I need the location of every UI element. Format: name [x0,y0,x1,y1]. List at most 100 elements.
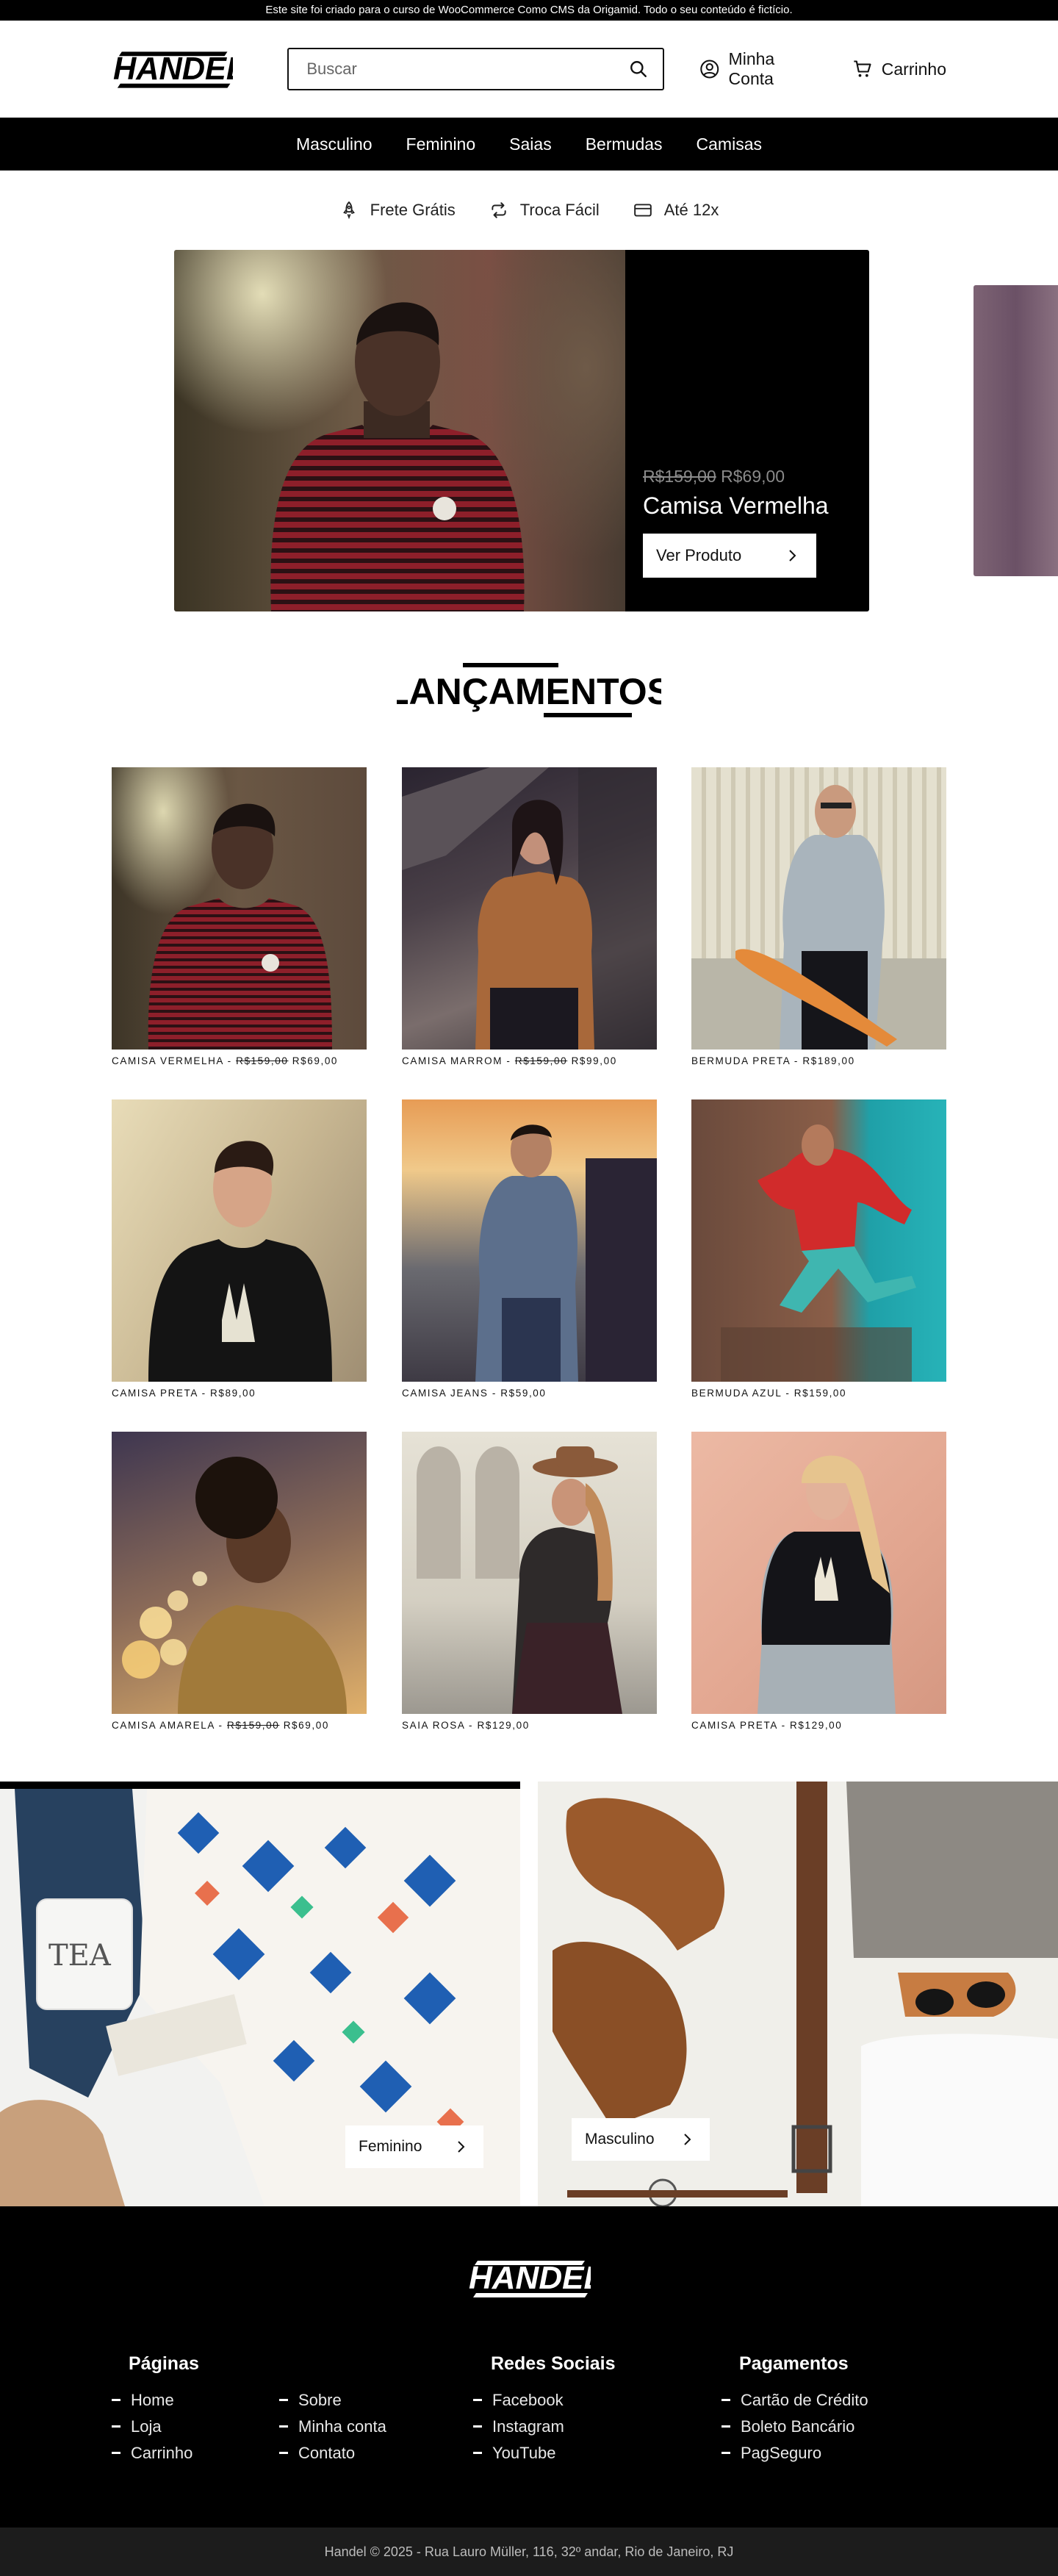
promo-feminino-button[interactable]: Feminino [345,2125,483,2168]
credit-card-icon [633,204,652,217]
footer-handel-logo[interactable]: HANDEL [467,2256,591,2300]
svg-text:TEA: TEA [48,1939,112,1973]
product-caption[interactable]: BERMUDA AZUL - R$159,00 [691,1388,946,1399]
product-image[interactable] [112,1099,367,1382]
benefit-label: Troca Fácil [519,201,600,219]
product-name: BERMUDA PRETA - [691,1055,803,1066]
next-slide-preview[interactable] [974,285,1058,576]
footer-link-youtube[interactable]: YouTube [473,2440,564,2466]
product-image[interactable] [402,767,657,1050]
product-caption[interactable]: CAMISA MARROM - R$159,00 R$99,00 [402,1055,657,1066]
footer-payment-pagseguro: PagSeguro [721,2440,868,2466]
promo-masculino-label: Masculino [585,2131,655,2148]
nav-item-masculino[interactable]: Masculino [296,134,373,154]
product-name: CAMISA VERMELHA - [112,1055,237,1066]
product-caption[interactable]: CAMISA JEANS - R$59,00 [402,1388,657,1399]
benefit-installments: Até 12x [633,201,719,220]
product-caption[interactable]: CAMISA AMARELA - R$159,00 R$69,00 [112,1720,367,1731]
benefits-bar: Frete Grátis Troca Fácil Até 12x [0,171,1058,250]
footer-payments-title: Pagamentos [739,2353,849,2374]
footer-link-instagram[interactable]: Instagram [473,2414,564,2440]
footer-link-home[interactable]: Home [112,2387,192,2414]
hero-slide: R$159,00 R$69,00 Camisa Vermelha Ver Pro… [174,250,869,611]
product-image[interactable] [402,1432,657,1714]
promo-masculino-button[interactable]: Masculino [572,2118,710,2161]
copyright-bar: Handel © 2025 - Rua Lauro Müller, 116, 3… [0,2527,1058,2576]
footer-social-title: Redes Sociais [491,2353,616,2374]
product-caption[interactable]: BERMUDA PRETA - R$189,00 [691,1055,946,1066]
chevron-right-icon [458,2141,465,2153]
footer-link-carrinho[interactable]: Carrinho [112,2440,192,2466]
cart-label: Carrinho [881,59,946,79]
product-card[interactable]: SAIA ROSA - R$129,00 [402,1432,657,1731]
nav-item-saias[interactable]: Saias [509,134,552,154]
chevron-right-icon [789,550,796,562]
product-price: R$89,00 [210,1388,256,1399]
footer-link-facebook[interactable]: Facebook [473,2387,564,2414]
promo-masculino[interactable]: Masculino [538,1782,1058,2206]
footer-pages-list-2: Sobre Minha conta Contato [279,2387,386,2466]
search-icon[interactable] [629,60,648,79]
footer-pages-list: Home Loja Carrinho [112,2387,192,2466]
footer-social-list: Facebook Instagram YouTube [473,2387,564,2466]
product-caption[interactable]: CAMISA PRETA - R$89,00 [112,1388,367,1399]
product-image[interactable] [691,767,946,1050]
nav-item-bermudas[interactable]: Bermudas [586,134,663,154]
launches-header: LANÇAMENTOS [0,647,1058,735]
user-icon [700,60,719,79]
footer-link-sobre[interactable]: Sobre [279,2387,386,2414]
footer-payment-credit-card: Cartão de Crédito [721,2387,868,2414]
hero-new-price: R$69,00 [721,467,785,486]
footer-link-minha-conta[interactable]: Minha conta [279,2414,386,2440]
my-account-link[interactable]: Minha Conta [699,49,823,89]
product-card[interactable]: CAMISA AMARELA - R$159,00 R$69,00 [112,1432,367,1731]
main-nav: Masculino Feminino Saias Bermudas Camisa… [0,118,1058,171]
chevron-right-icon [684,2134,691,2145]
promo-feminino-label: Feminino [359,2138,422,2155]
product-card[interactable]: CAMISA VERMELHA - R$159,00 R$69,00 [112,767,367,1066]
hero-product-image [174,250,625,611]
product-caption[interactable]: CAMISA PRETA - R$129,00 [691,1720,946,1731]
search-input[interactable] [306,60,630,79]
nav-item-camisas[interactable]: Camisas [697,134,762,154]
product-image[interactable] [112,1432,367,1714]
cart-icon [854,60,871,77]
footer-payments-list: Cartão de Crédito Boleto Bancário PagSeg… [721,2387,868,2466]
product-caption[interactable]: CAMISA VERMELHA - R$159,00 R$69,00 [112,1055,367,1066]
product-card[interactable]: BERMUDA PRETA - R$189,00 [691,767,946,1066]
promo-feminino[interactable]: TEA Feminino [0,1782,520,2206]
product-image[interactable] [691,1099,946,1382]
product-card[interactable]: CAMISA MARROM - R$159,00 R$99,00 [402,767,657,1066]
footer-link-contato[interactable]: Contato [279,2440,386,2466]
view-product-button[interactable]: Ver Produto [643,534,816,578]
nav-item-feminino[interactable]: Feminino [406,134,476,154]
product-image[interactable] [691,1432,946,1714]
hero-product-title: Camisa Vermelha [643,492,829,519]
footer-link-loja[interactable]: Loja [112,2414,192,2440]
cart-link[interactable]: Carrinho [852,59,946,79]
product-name: SAIA ROSA - [402,1720,478,1731]
product-caption[interactable]: SAIA ROSA - R$129,00 [402,1720,657,1731]
benefit-easy-exchange: Troca Fácil [489,201,600,220]
product-card[interactable]: CAMISA PRETA - R$129,00 [691,1432,946,1731]
benefit-free-shipping: Frete Grátis [339,201,456,220]
product-card[interactable]: CAMISA PRETA - R$89,00 [112,1099,367,1399]
copyright-text: Handel © 2025 - Rua Lauro Müller, 116, 3… [324,2544,734,2559]
rocket-icon [342,201,355,220]
product-price: R$129,00 [790,1720,843,1731]
search-box[interactable] [287,48,665,90]
footer-pages-title: Páginas [129,2353,199,2374]
product-price: R$69,00 [288,1055,339,1066]
site-header: HANDEL Minha Conta Carrinho [0,21,1058,118]
handel-logo[interactable]: HANDEL [112,47,233,91]
product-price: R$129,00 [477,1720,530,1731]
product-old-price: R$159,00 [236,1055,289,1066]
product-image[interactable] [112,767,367,1050]
product-image[interactable] [402,1099,657,1382]
view-product-label: Ver Produto [656,546,742,564]
product-card[interactable]: BERMUDA AZUL - R$159,00 [691,1099,946,1399]
product-card[interactable]: CAMISA JEANS - R$59,00 [402,1099,657,1399]
footer-logo-text: HANDEL [469,2260,591,2296]
my-account-label: Minha Conta [728,49,775,88]
hero-slider: R$159,00 R$69,00 Camisa Vermelha Ver Pro… [0,250,1058,611]
